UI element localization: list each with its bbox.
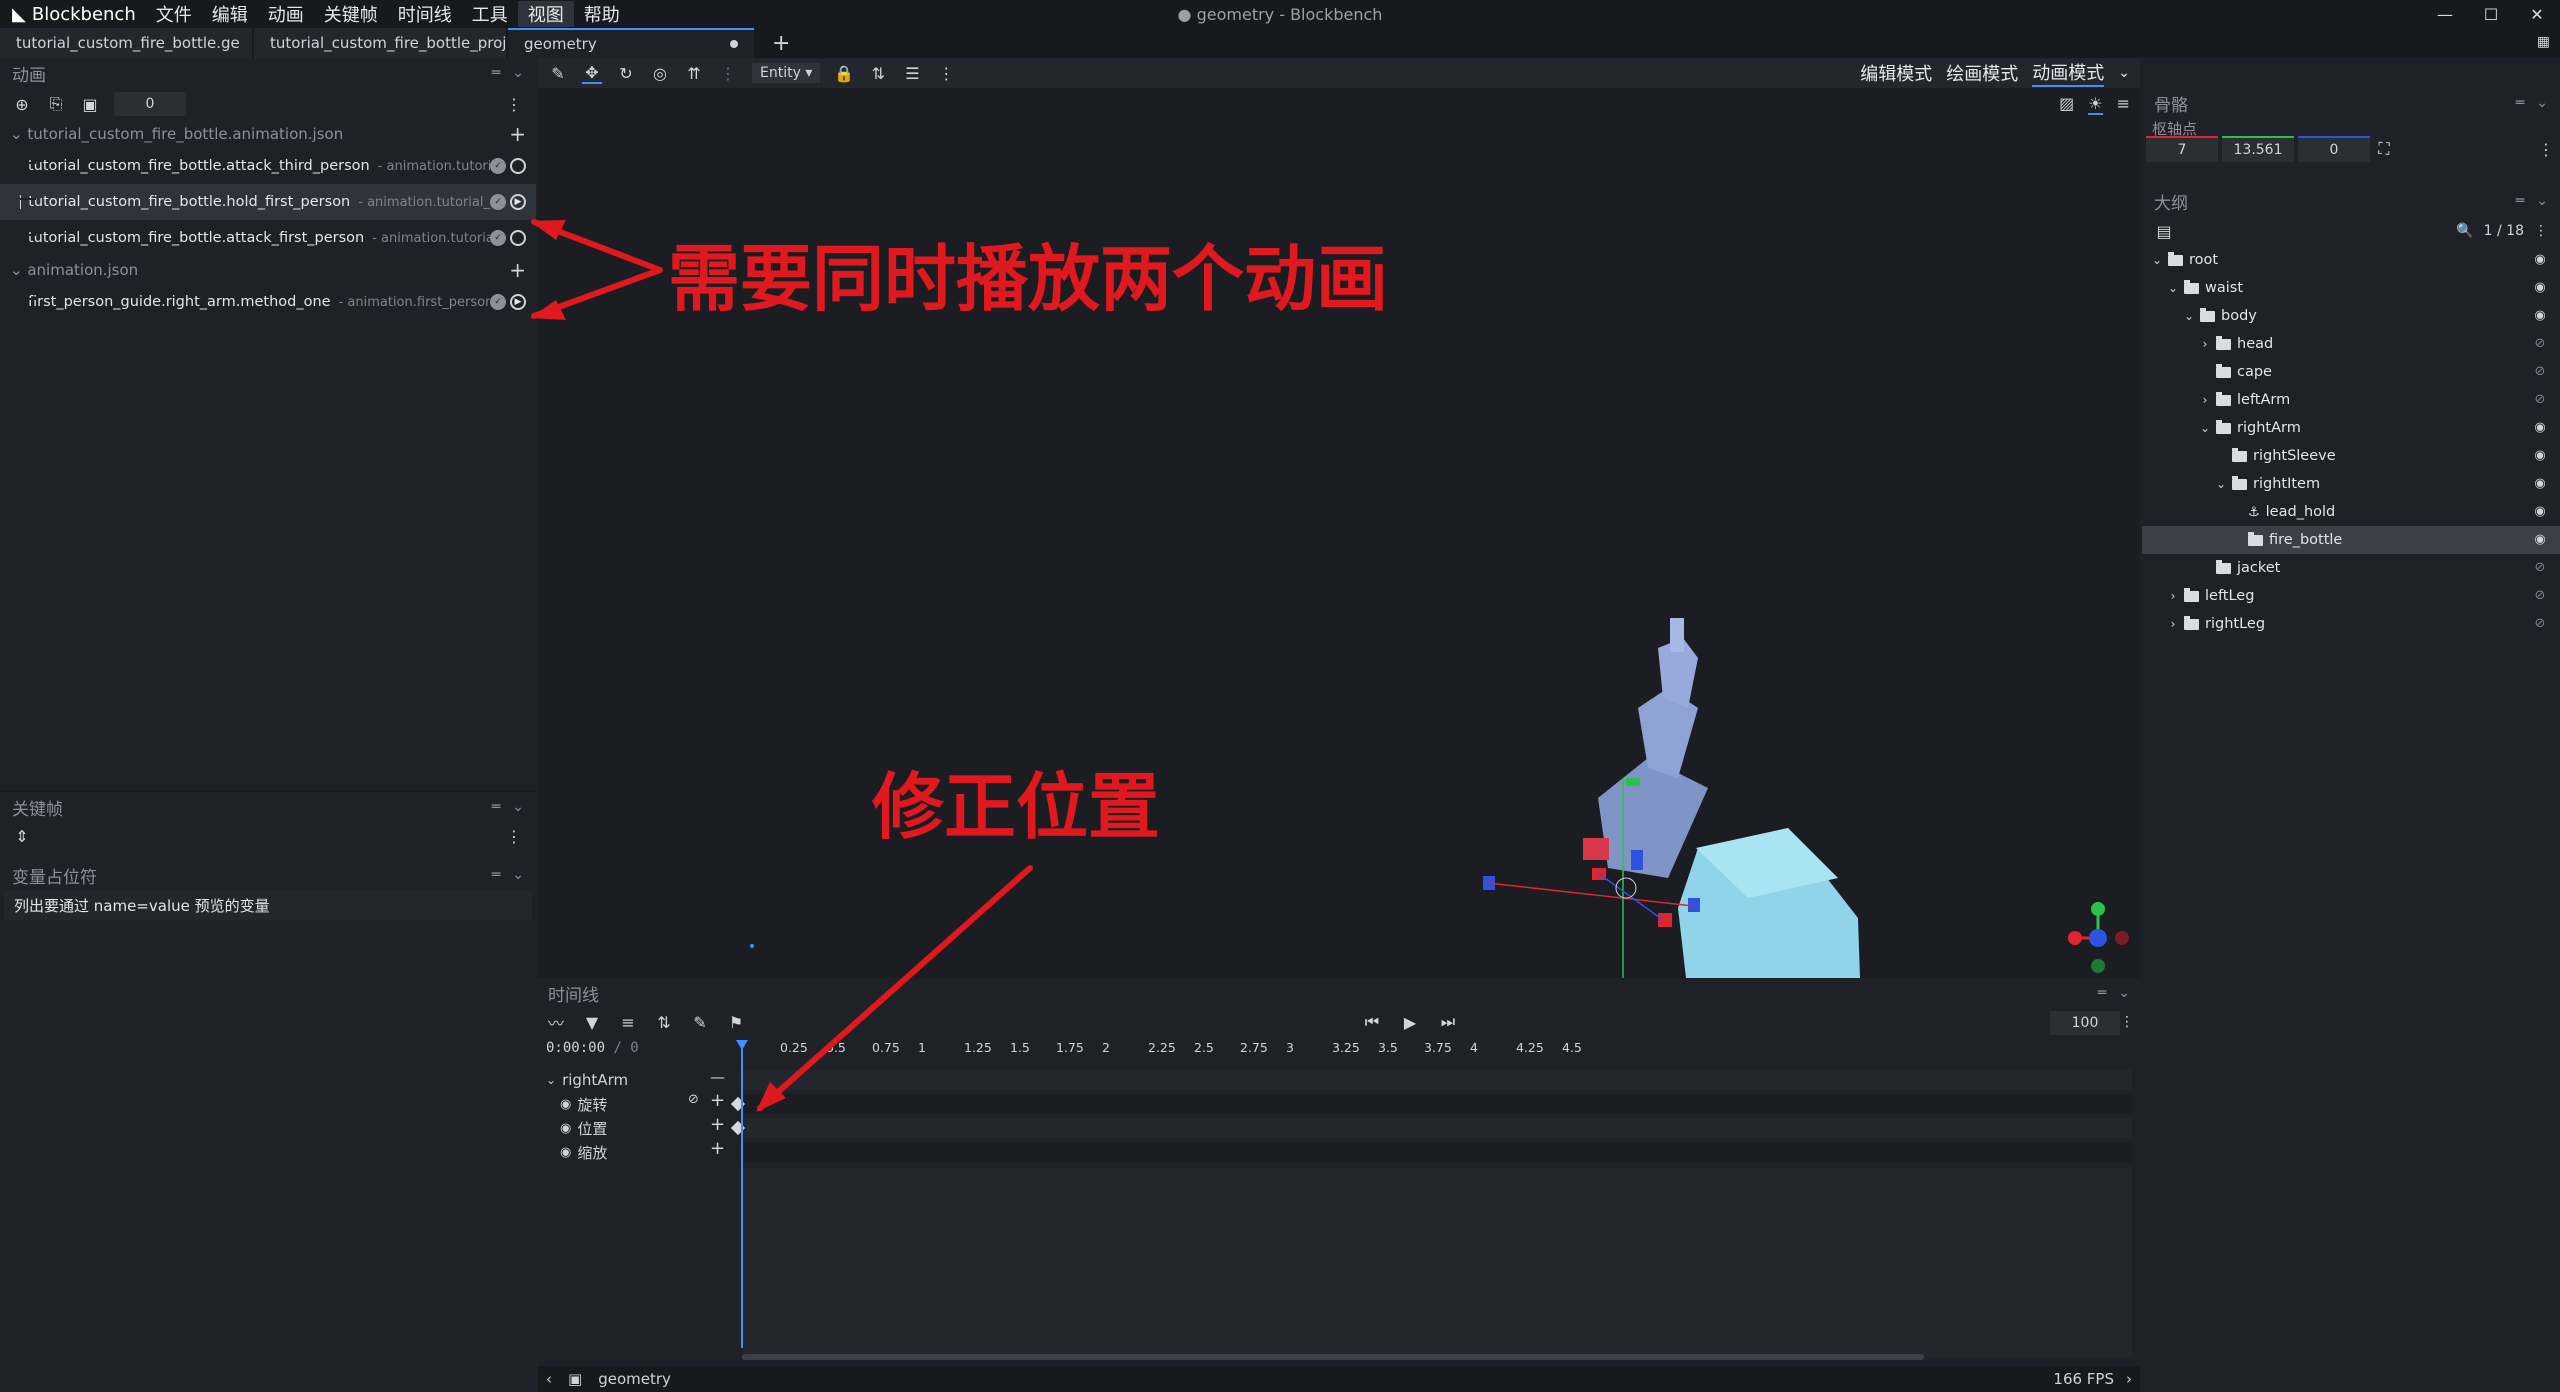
annotation-play-two: 需要同时播放两个动画 xyxy=(668,237,1389,321)
annotation-arrows xyxy=(530,219,1033,1112)
annotation-fix-position: 修正位置 xyxy=(872,765,1161,849)
